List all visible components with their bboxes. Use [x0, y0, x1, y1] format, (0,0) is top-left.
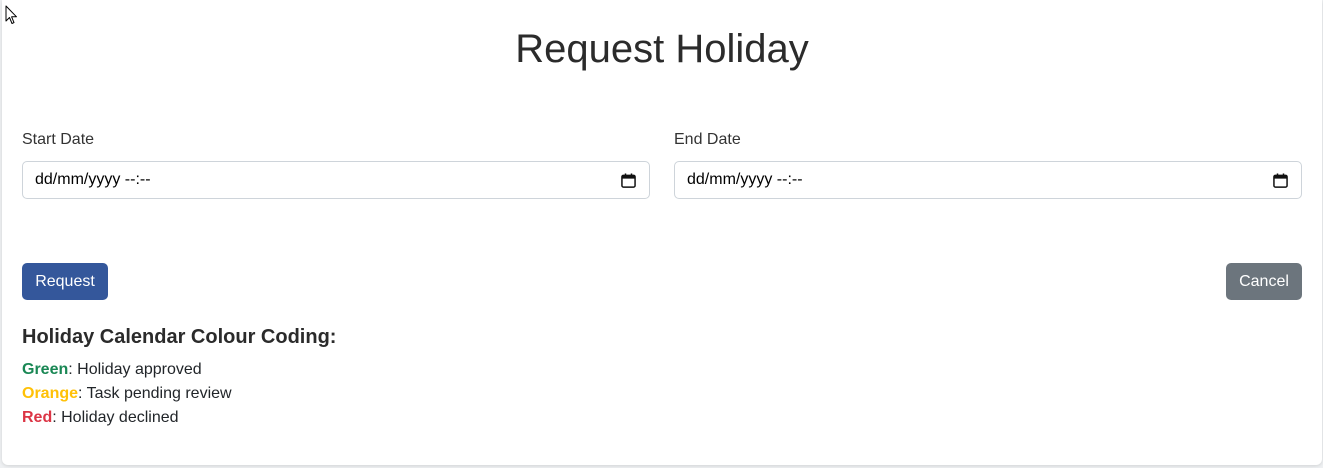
legend-item-orange: Orange: Task pending review [22, 382, 232, 406]
start-date-label: Start Date [22, 131, 95, 148]
request-holiday-card: Request Holiday Start Date dd/mm/yyyy --… [2, 0, 1322, 465]
legend-key-red: Red [22, 409, 53, 426]
legend-key-orange: Orange [22, 385, 79, 402]
mouse-pointer-icon [5, 5, 17, 24]
page-title: Request Holiday [515, 27, 809, 71]
legend-text-green: : Holiday approved [68, 361, 202, 378]
calendar-icon[interactable] [1273, 173, 1288, 188]
legend-list: Green: Holiday approved Orange: Task pen… [22, 358, 232, 430]
start-date-input[interactable]: dd/mm/yyyy --:-- [22, 161, 650, 199]
legend-item-green: Green: Holiday approved [22, 358, 232, 382]
end-date-placeholder: dd/mm/yyyy --:-- [687, 171, 803, 188]
legend-key-green: Green [22, 361, 69, 378]
legend-text-red: : Holiday declined [52, 409, 179, 426]
legend-title: Holiday Calendar Colour Coding: [22, 326, 337, 348]
end-date-label: End Date [674, 131, 741, 148]
end-date-input[interactable]: dd/mm/yyyy --:-- [674, 161, 1302, 199]
cancel-button[interactable]: Cancel [1226, 263, 1302, 300]
start-date-placeholder: dd/mm/yyyy --:-- [35, 171, 151, 188]
request-button[interactable]: Request [22, 263, 108, 300]
calendar-icon[interactable] [621, 173, 636, 188]
legend-item-red: Red: Holiday declined [22, 406, 232, 430]
legend-text-orange: : Task pending review [78, 385, 232, 402]
